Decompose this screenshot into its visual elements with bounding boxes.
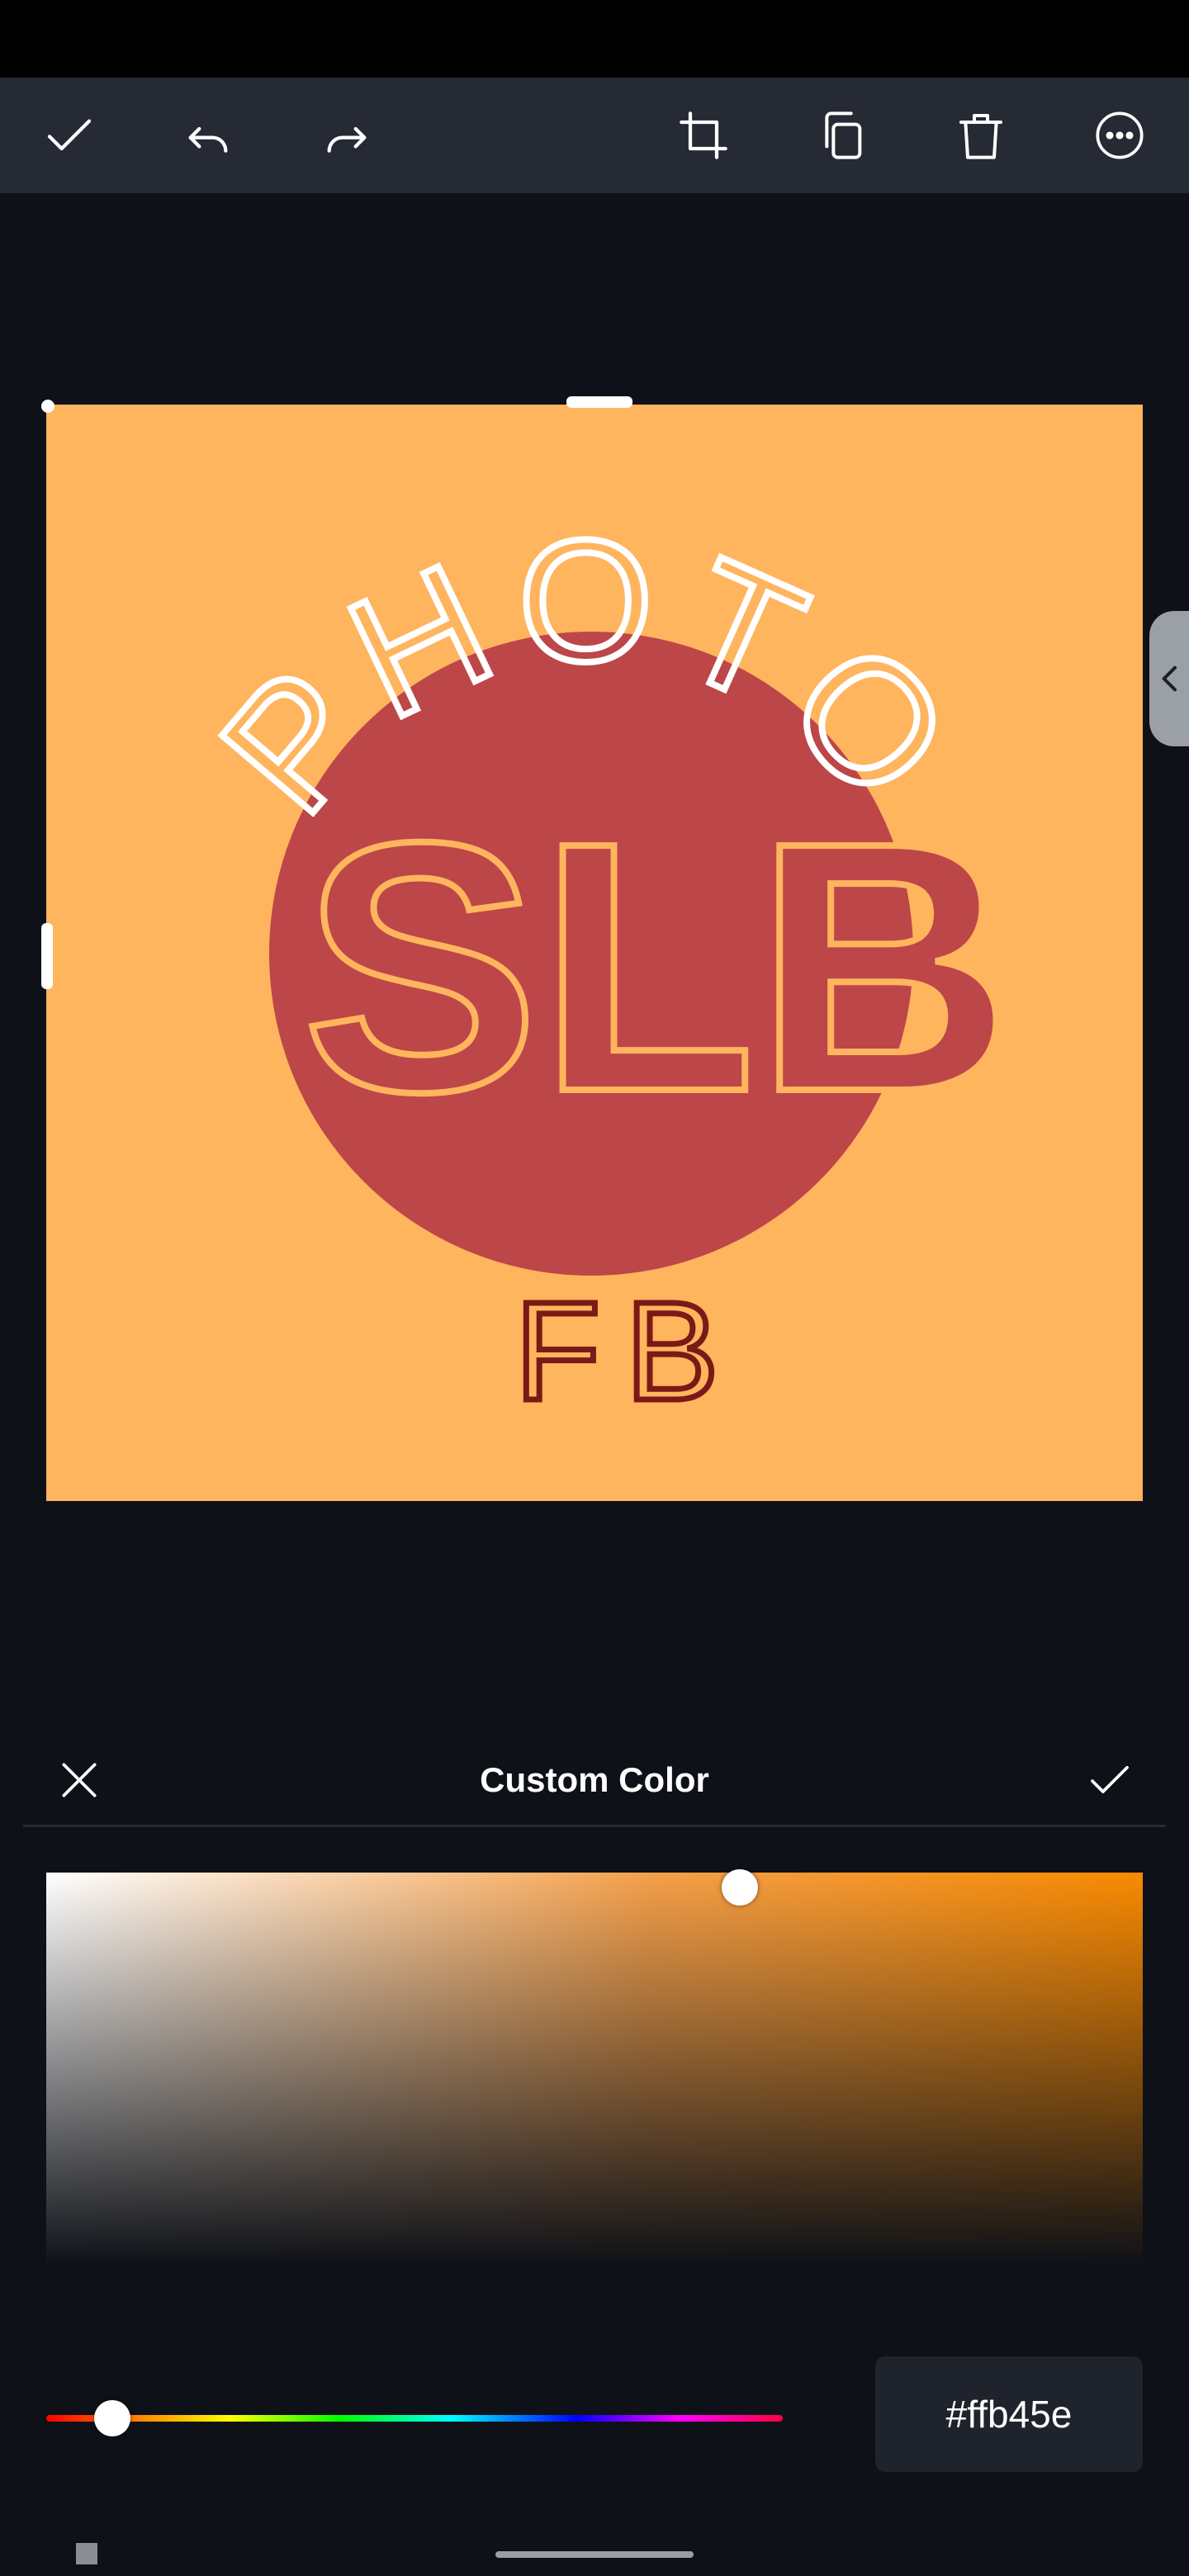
resize-handle-left[interactable] bbox=[41, 923, 53, 989]
selection-corner-handle[interactable] bbox=[41, 400, 54, 413]
design-canvas[interactable]: PHOTO SLB FB bbox=[46, 405, 1143, 1501]
editor-toolbar bbox=[0, 78, 1189, 193]
saturation-value-thumb[interactable] bbox=[722, 1869, 758, 1906]
redo-icon bbox=[327, 126, 367, 153]
undo-button[interactable] bbox=[172, 99, 244, 172]
recent-apps-icon[interactable] bbox=[76, 2543, 97, 2564]
duplicate-button[interactable] bbox=[806, 99, 879, 172]
delete-button[interactable] bbox=[945, 99, 1017, 172]
hue-slider[interactable] bbox=[46, 2415, 783, 2422]
more-options-button[interactable] bbox=[1083, 99, 1156, 172]
duplicate-icon bbox=[825, 111, 862, 159]
custom-color-header: Custom Color bbox=[0, 1729, 1189, 1831]
side-panel-tab[interactable] bbox=[1149, 611, 1189, 746]
apply-color-button[interactable] bbox=[1073, 1747, 1146, 1813]
home-indicator[interactable] bbox=[495, 2551, 694, 2558]
chevron-left-icon bbox=[1162, 665, 1177, 692]
hex-input[interactable]: #ffb45e bbox=[875, 2356, 1143, 2472]
resize-handle-top[interactable] bbox=[566, 396, 632, 408]
status-bar bbox=[0, 0, 1189, 78]
more-icon bbox=[1096, 111, 1144, 159]
logo-bottom-text: FB bbox=[514, 1273, 743, 1430]
confirm-button[interactable] bbox=[33, 99, 106, 172]
logo-graphic: PHOTO SLB FB bbox=[181, 500, 1016, 1433]
undo-icon bbox=[188, 126, 228, 153]
logo-monogram: SLB bbox=[302, 769, 1012, 1166]
panel-title: Custom Color bbox=[480, 1760, 709, 1799]
crop-icon bbox=[680, 111, 727, 159]
redo-button[interactable] bbox=[310, 99, 383, 172]
panel-divider bbox=[23, 1825, 1166, 1827]
crop-button[interactable] bbox=[667, 99, 740, 172]
checkmark-icon bbox=[47, 119, 92, 151]
trash-icon bbox=[959, 114, 1002, 159]
saturation-value-picker[interactable] bbox=[46, 1873, 1143, 2266]
hue-slider-thumb[interactable] bbox=[94, 2400, 130, 2436]
checkmark-icon bbox=[1091, 1765, 1129, 1793]
